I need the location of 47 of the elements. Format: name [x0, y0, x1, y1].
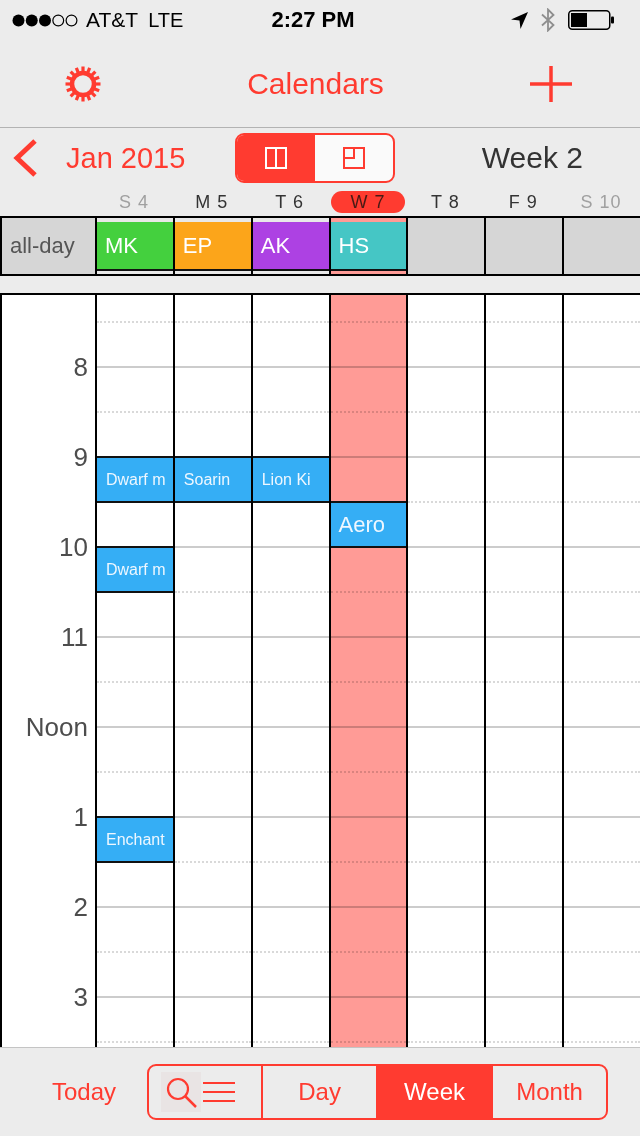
day-label[interactable]: S 4 [118, 191, 149, 213]
view-segment[interactable]: Week [376, 1066, 492, 1118]
hour-label: 10 [59, 532, 88, 562]
hour-label: 2 [73, 892, 88, 922]
settings-icon[interactable] [65, 65, 101, 102]
event-block[interactable]: Soarin [174, 456, 251, 503]
week-label: Week 2 [481, 141, 583, 175]
all-day-event[interactable]: MK [97, 222, 173, 271]
location-icon [511, 11, 528, 29]
time-label: 2:27 PM [271, 8, 355, 32]
day-label[interactable]: W 7 [330, 191, 406, 213]
all-day-event[interactable]: HS [330, 222, 407, 271]
day-label[interactable]: T 6 [275, 191, 304, 213]
all-day-event[interactable]: EP [174, 222, 251, 271]
event-block[interactable]: Lion Ki [252, 456, 329, 503]
event-block[interactable]: Dwarf m [97, 546, 173, 593]
all-day-event[interactable]: AK [252, 222, 329, 271]
carrier-label: AT&T [86, 8, 139, 32]
battery-icon [568, 10, 614, 30]
day-label[interactable]: S 10 [580, 191, 622, 213]
search-icon [161, 1072, 202, 1112]
day-label[interactable]: T 8 [431, 191, 460, 213]
network-label: LTE [148, 8, 184, 32]
day-label[interactable]: F 9 [508, 191, 538, 213]
hour-label: Noon [25, 712, 88, 742]
quadrant-icon [343, 147, 366, 169]
columns-icon [265, 147, 288, 169]
view-segment[interactable]: Month [491, 1066, 607, 1118]
hour-label: 11 [61, 622, 88, 652]
hour-label: 1 [73, 802, 88, 832]
event-block[interactable]: Aero [330, 501, 407, 548]
hour-label: 9 [73, 442, 88, 472]
bluetooth-icon [541, 8, 555, 32]
hour-label: 8 [73, 352, 88, 382]
event-block[interactable]: Enchant [97, 816, 173, 863]
back-icon[interactable] [12, 138, 38, 178]
month-label: Jan 2015 [66, 141, 186, 175]
today-button[interactable]: Today [52, 1077, 117, 1107]
toggle-segment[interactable] [237, 135, 316, 181]
day-label[interactable]: M 5 [195, 191, 229, 213]
event-block[interactable]: Dwarf m [97, 456, 173, 503]
plus-icon[interactable] [530, 65, 572, 102]
signal-icon [12, 13, 78, 27]
hour-label: 3 [73, 982, 88, 1012]
all-day-label: all-day [2, 218, 95, 274]
calendars-button[interactable]: Calendars [247, 65, 384, 102]
list-icon [203, 1081, 236, 1103]
